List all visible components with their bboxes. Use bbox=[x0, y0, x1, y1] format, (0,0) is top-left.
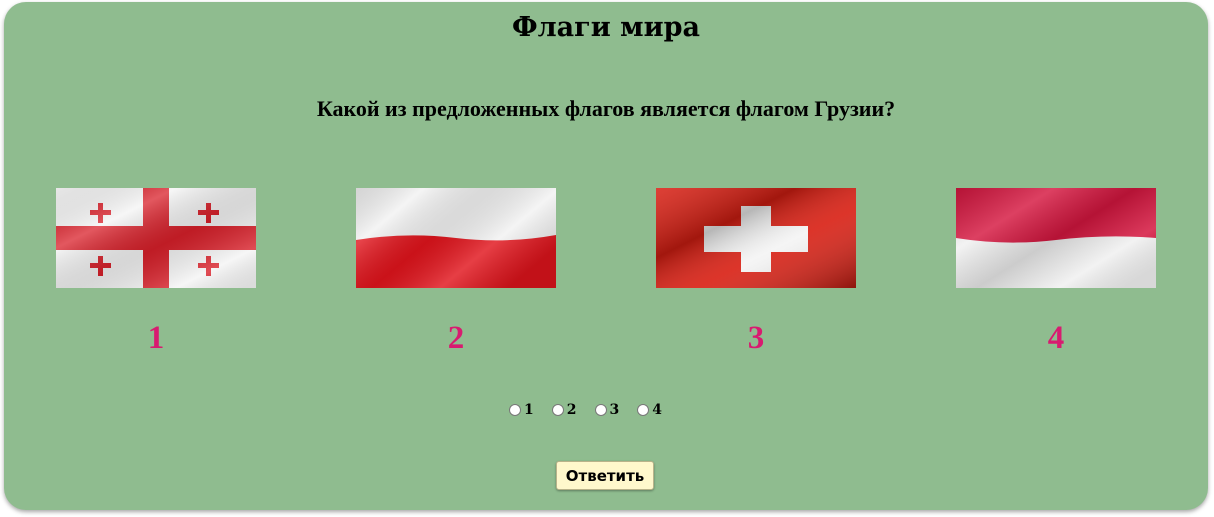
quiz-panel: Флаги мира Какой из предложенных флагов … bbox=[4, 2, 1208, 510]
flag-number-3: 3 bbox=[747, 320, 765, 356]
answer-radio-2[interactable] bbox=[551, 404, 564, 416]
georgia-flag-image bbox=[56, 188, 256, 288]
answer-label-2: 2 bbox=[566, 402, 577, 418]
switzerland-flag-image bbox=[656, 188, 856, 288]
answer-option-4[interactable]: 4 bbox=[637, 402, 662, 418]
poland-flag-image bbox=[356, 188, 556, 288]
answer-label-1: 1 bbox=[524, 402, 534, 418]
flag-number-4: 4 bbox=[1047, 320, 1065, 356]
answer-option-3[interactable]: 3 bbox=[594, 402, 620, 418]
answer-label-3: 3 bbox=[609, 402, 620, 418]
question-text: Какой из предложенных флагов является фл… bbox=[316, 96, 896, 121]
flag-number-2: 2 bbox=[447, 320, 465, 356]
flag-number-1: 1 bbox=[147, 320, 165, 356]
answer-label-4: 4 bbox=[652, 402, 662, 418]
answer-radio-3[interactable] bbox=[594, 404, 607, 416]
poland-flag-icon bbox=[356, 188, 556, 288]
answer-radio-1[interactable] bbox=[509, 404, 521, 416]
page-title: Флаги мира bbox=[512, 12, 700, 43]
switzerland-flag-icon bbox=[656, 188, 856, 288]
monaco-flag-image bbox=[956, 188, 1156, 288]
monaco-flag-icon bbox=[956, 188, 1156, 288]
answer-options: 1 2 3 4 bbox=[509, 400, 680, 420]
georgia-flag-icon bbox=[56, 188, 256, 288]
submit-answer-button[interactable]: Ответить bbox=[556, 461, 654, 490]
answer-option-2[interactable]: 2 bbox=[551, 402, 577, 418]
answer-option-1[interactable]: 1 bbox=[509, 402, 534, 418]
answer-radio-4[interactable] bbox=[637, 404, 650, 416]
